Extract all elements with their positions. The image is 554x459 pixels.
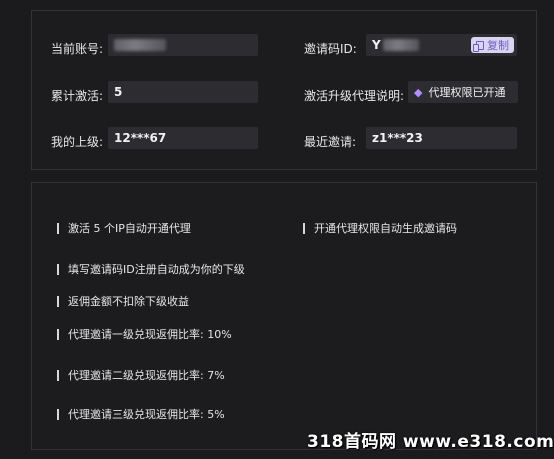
copy-button-label: 复制 (487, 39, 509, 52)
recent-invite-field: z1***23 (366, 127, 517, 149)
agent-status-value: 代理权限已开通 (428, 86, 506, 99)
invite-code-label: 邀请码ID: (304, 42, 357, 56)
redacted-account (114, 39, 166, 51)
invite-code-field: Y 复制 (366, 34, 517, 56)
rule-item: 填写邀请码ID注册自动成为你的下级 (57, 261, 245, 277)
account-info-panel: 当前账号: 邀请码ID: Y 复制 累计激活: 5 激活升级代理说明: ◆ 代理… (31, 10, 537, 170)
rule-bar (57, 222, 59, 234)
diamond-icon: ◆ (414, 85, 423, 99)
rule-item: 返佣金额不扣除下级收益 (57, 293, 189, 309)
my-superior-field: 12***67 (108, 127, 258, 149)
total-activations-label: 累计激活: (51, 89, 104, 103)
rule-item: 激活 5 个IP自动开通代理 (57, 220, 191, 236)
rule-item: 代理邀请一级兑现返佣比率: 10% (57, 326, 232, 342)
rule-bar (57, 408, 59, 420)
total-activations-value: 5 (114, 85, 123, 99)
invite-code-prefix: Y (372, 38, 381, 52)
my-superior-label: 我的上级: (51, 135, 104, 149)
site-watermark: 318首码网 www.e318.com (307, 432, 554, 452)
current-account-field (108, 34, 258, 56)
my-superior-value: 12***67 (114, 131, 167, 145)
rule-bar (57, 263, 59, 275)
upgrade-note-label: 激活升级代理说明: (304, 89, 405, 103)
agent-status-field: ◆ 代理权限已开通 (408, 81, 518, 103)
copy-button[interactable]: 复制 (471, 37, 514, 53)
rule-item: 代理邀请二级兑现返佣比率: 7% (57, 367, 225, 383)
rule-bar (57, 369, 59, 381)
total-activations-field: 5 (108, 81, 258, 103)
current-account-label: 当前账号: (51, 42, 104, 56)
rule-bar (57, 328, 59, 340)
rule-bar (57, 295, 59, 307)
rule-item: 开通代理权限自动生成邀请码 (303, 220, 457, 236)
redacted-invite-code (382, 39, 419, 51)
rule-item: 代理邀请三级兑现返佣比率: 5% (57, 406, 225, 422)
recent-invite-label: 最近邀请: (304, 135, 357, 149)
rule-bar (303, 222, 305, 234)
recent-invite-value: z1***23 (372, 131, 423, 145)
rules-panel: 激活 5 个IP自动开通代理 开通代理权限自动生成邀请码 填写邀请码ID注册自动… (31, 182, 537, 450)
copy-icon (473, 40, 484, 52)
